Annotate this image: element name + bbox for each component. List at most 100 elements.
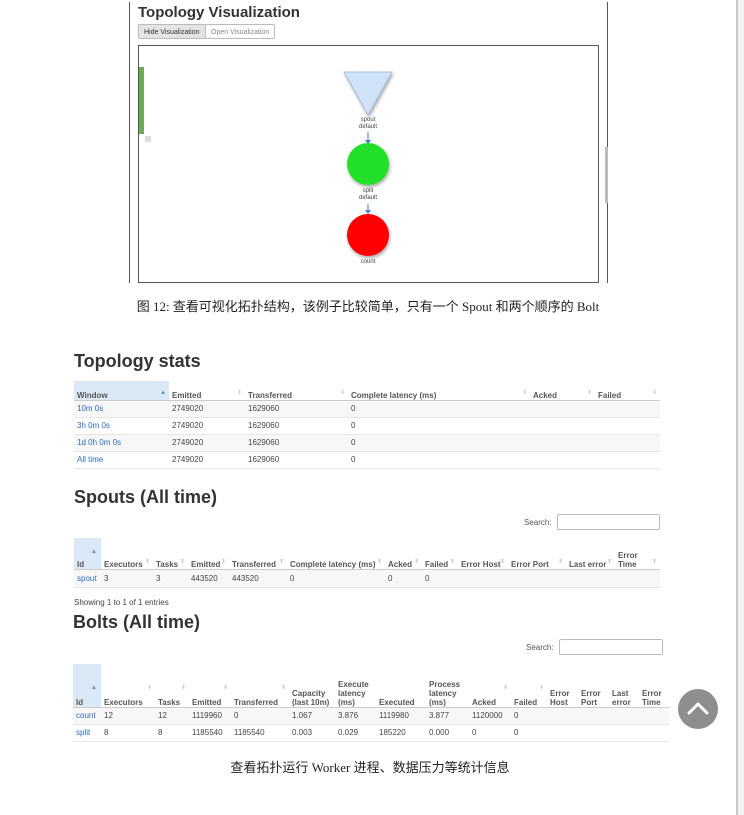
- split-node[interactable]: [347, 143, 389, 185]
- col-acked[interactable]: Acked ⬍: [469, 664, 511, 708]
- table-cell: 0: [511, 707, 547, 725]
- spout-node-label-line2: default: [358, 124, 377, 130]
- col-transferred[interactable]: Transferred ⬍: [231, 664, 289, 708]
- document-page: Topology Visualization Hide Visualizatio…: [0, 0, 736, 815]
- col-error-port[interactable]: Error Port: [578, 664, 609, 708]
- col-complete-latency[interactable]: Complete latency (ms) ⬍: [287, 538, 385, 570]
- col-acked[interactable]: Acked ⬍: [385, 538, 422, 570]
- col-error-time[interactable]: Error Time: [639, 664, 669, 708]
- col-process-latency[interactable]: Process latency (ms): [426, 664, 469, 708]
- table-cell: [530, 417, 595, 435]
- col-transferred-label: Transferred: [234, 697, 279, 707]
- table-cell: 1119980: [376, 707, 426, 725]
- bolt-id-link[interactable]: count: [73, 707, 101, 725]
- col-failed[interactable]: Failed ⬍: [595, 381, 660, 401]
- bolts-search-input[interactable]: [559, 639, 663, 655]
- topology-graph-canvas[interactable]: spout default split default count: [138, 45, 599, 283]
- sort-icon: ⬍: [651, 558, 657, 565]
- topology-stats-heading: Topology stats: [74, 351, 201, 371]
- col-window-label: Window: [77, 390, 108, 400]
- sort-icon: ⬍: [179, 558, 185, 565]
- table-cell: [639, 707, 669, 725]
- col-tasks[interactable]: Tasks ⬍: [155, 664, 189, 708]
- sort-icon: ⬍: [538, 684, 544, 691]
- table-row: spout 3 3 443520 443520 0 0 0: [74, 569, 660, 588]
- col-acked[interactable]: Acked ⬍: [530, 381, 595, 401]
- count-node[interactable]: [347, 214, 389, 256]
- col-error-time[interactable]: Error Time ⬍: [615, 538, 660, 570]
- col-id[interactable]: Id ▲: [73, 664, 101, 708]
- bolt-id-link[interactable]: split: [73, 724, 101, 742]
- table-cell: 1629060: [245, 417, 348, 435]
- table-cell: 1185540: [189, 724, 231, 742]
- col-last-error[interactable]: Last error: [609, 664, 639, 708]
- scroll-to-top-button[interactable]: [678, 689, 718, 729]
- col-complete-latency[interactable]: Complete latency (ms) ⬍: [348, 381, 530, 401]
- table-cell: 3: [153, 569, 188, 588]
- col-id[interactable]: Id ▲: [74, 538, 101, 570]
- sort-icon: ⬍: [222, 684, 228, 691]
- hide-visualization-button[interactable]: Hide Visualization: [138, 24, 206, 39]
- table-cell: 443520: [188, 569, 229, 588]
- col-emitted[interactable]: Emitted ⬍: [189, 664, 231, 708]
- window-link[interactable]: 1d 0h 0m 0s: [74, 434, 169, 452]
- col-window[interactable]: Window ▲: [74, 381, 169, 401]
- open-visualization-button[interactable]: Open Visualization: [205, 24, 276, 39]
- window-link[interactable]: 10m 0s: [74, 400, 169, 418]
- col-executors[interactable]: Executors ⬍: [101, 538, 153, 570]
- viz-scrollbar[interactable]: [605, 147, 608, 203]
- col-emitted[interactable]: Emitted ⬍: [188, 538, 229, 570]
- col-executed-label: Executed: [379, 697, 415, 707]
- table-row: 1d 0h 0m 0s 2749020 1629060 0: [74, 434, 660, 452]
- spouts-table: Id ▲ Executors ⬍ Tasks ⬍ Emitted ⬍ Transferr…: [74, 538, 660, 588]
- col-emitted-label: Emitted: [172, 390, 202, 400]
- col-emitted[interactable]: Emitted ⬍: [169, 381, 245, 401]
- table-cell: 0: [348, 400, 530, 418]
- table-cell: 12: [155, 707, 189, 725]
- table-row: count 12 12 1119960 0 1.067 3.876 111998…: [73, 707, 669, 725]
- sort-icon: ⬍: [220, 558, 226, 565]
- table-cell: 0: [385, 569, 422, 588]
- sort-icon: ⬍: [278, 558, 284, 565]
- table-cell: 2749020: [169, 400, 245, 418]
- spouts-entries-info: Showing 1 to 1 of 1 entries: [74, 598, 169, 607]
- col-failed[interactable]: Failed ⬍: [511, 664, 547, 708]
- col-last-error[interactable]: Last error ⬍: [566, 538, 615, 570]
- col-transferred-label: Transferred: [248, 390, 293, 400]
- spout-node[interactable]: [343, 71, 393, 116]
- bolts-search-label: Search:: [526, 643, 554, 652]
- col-transferred-label: Transferred: [232, 559, 277, 569]
- window-link[interactable]: 3h 0m 0s: [74, 417, 169, 435]
- col-error-port-label: Error Port: [511, 559, 549, 569]
- window-link[interactable]: All time: [74, 451, 169, 469]
- spouts-search-input[interactable]: [557, 514, 660, 530]
- sort-icon: ⬍: [557, 558, 563, 565]
- table-cell: 1629060: [245, 434, 348, 452]
- col-error-host[interactable]: Error Host ⬍: [458, 538, 508, 570]
- col-executors[interactable]: Executors ⬍: [101, 664, 155, 708]
- sort-icon: ⬍: [413, 558, 419, 565]
- col-error-host[interactable]: Error Host: [547, 664, 578, 708]
- stats-caption: 查看拓扑运行 Worker 进程、数据压力等统计信息: [230, 760, 510, 775]
- count-node-label: count: [338, 259, 398, 266]
- col-capacity[interactable]: Capacity (last 10m): [289, 664, 335, 708]
- col-process-latency-label: Process latency (ms): [429, 679, 461, 707]
- col-error-time-label: Error Time: [642, 688, 662, 707]
- spout-id-link[interactable]: spout: [74, 569, 101, 588]
- col-executed[interactable]: Executed: [376, 664, 426, 708]
- table-cell: 1185540: [231, 724, 289, 742]
- page-edge: [736, 0, 738, 815]
- col-failed[interactable]: Failed ⬍: [422, 538, 458, 570]
- figure-caption: 图 12: 查看可视化拓扑结构，该例子比较简单，只有一个 Spout 和两个顺序…: [136, 299, 600, 314]
- col-error-port[interactable]: Error Port ⬍: [508, 538, 566, 570]
- table-cell: 185220: [376, 724, 426, 742]
- table-cell: 1629060: [245, 451, 348, 469]
- sort-icon: ⬍: [521, 389, 527, 396]
- col-tasks[interactable]: Tasks ⬍: [153, 538, 188, 570]
- col-id-label: Id: [77, 559, 85, 569]
- col-transferred[interactable]: Transferred ⬍: [229, 538, 287, 570]
- table-cell: [639, 724, 669, 742]
- sort-icon: ⬍: [449, 558, 455, 565]
- col-execute-latency[interactable]: Execute latency (ms): [335, 664, 376, 708]
- col-transferred[interactable]: Transferred ⬍: [245, 381, 348, 401]
